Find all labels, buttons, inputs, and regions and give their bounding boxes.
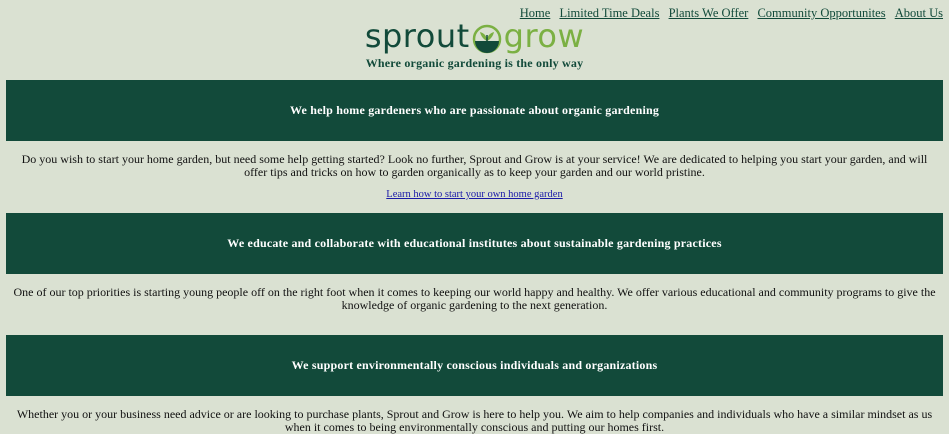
- site-tagline: Where organic gardening is the only way: [365, 56, 584, 70]
- section-education: We educate and collaborate with educatio…: [0, 213, 949, 312]
- site-header: sprout grow Where organic gardening is t…: [0, 16, 949, 71]
- logo-word-sprout: sprout: [364, 17, 470, 55]
- section-text: Do you wish to start your home garden, b…: [21, 152, 928, 179]
- section-environmental-support: We support environmentally conscious ind…: [0, 335, 949, 434]
- section-text: One of our top priorities is starting yo…: [13, 285, 936, 312]
- site-logo[interactable]: sprout grow: [365, 16, 584, 56]
- sprout-seed-icon: [472, 23, 502, 54]
- section-heading: We support environmentally conscious ind…: [6, 335, 943, 396]
- logo-word-grow: grow: [503, 17, 585, 55]
- section-heading: We educate and collaborate with educatio…: [6, 213, 943, 274]
- section-text: Whether you or your business need advice…: [16, 407, 933, 434]
- section-home-gardeners: We help home gardeners who are passionat…: [0, 80, 949, 200]
- learn-home-garden-link[interactable]: Learn how to start your own home garden: [0, 189, 949, 200]
- page: Home Limited Time Deals Plants We Offer …: [0, 0, 949, 434]
- section-heading: We help home gardeners who are passionat…: [6, 80, 943, 141]
